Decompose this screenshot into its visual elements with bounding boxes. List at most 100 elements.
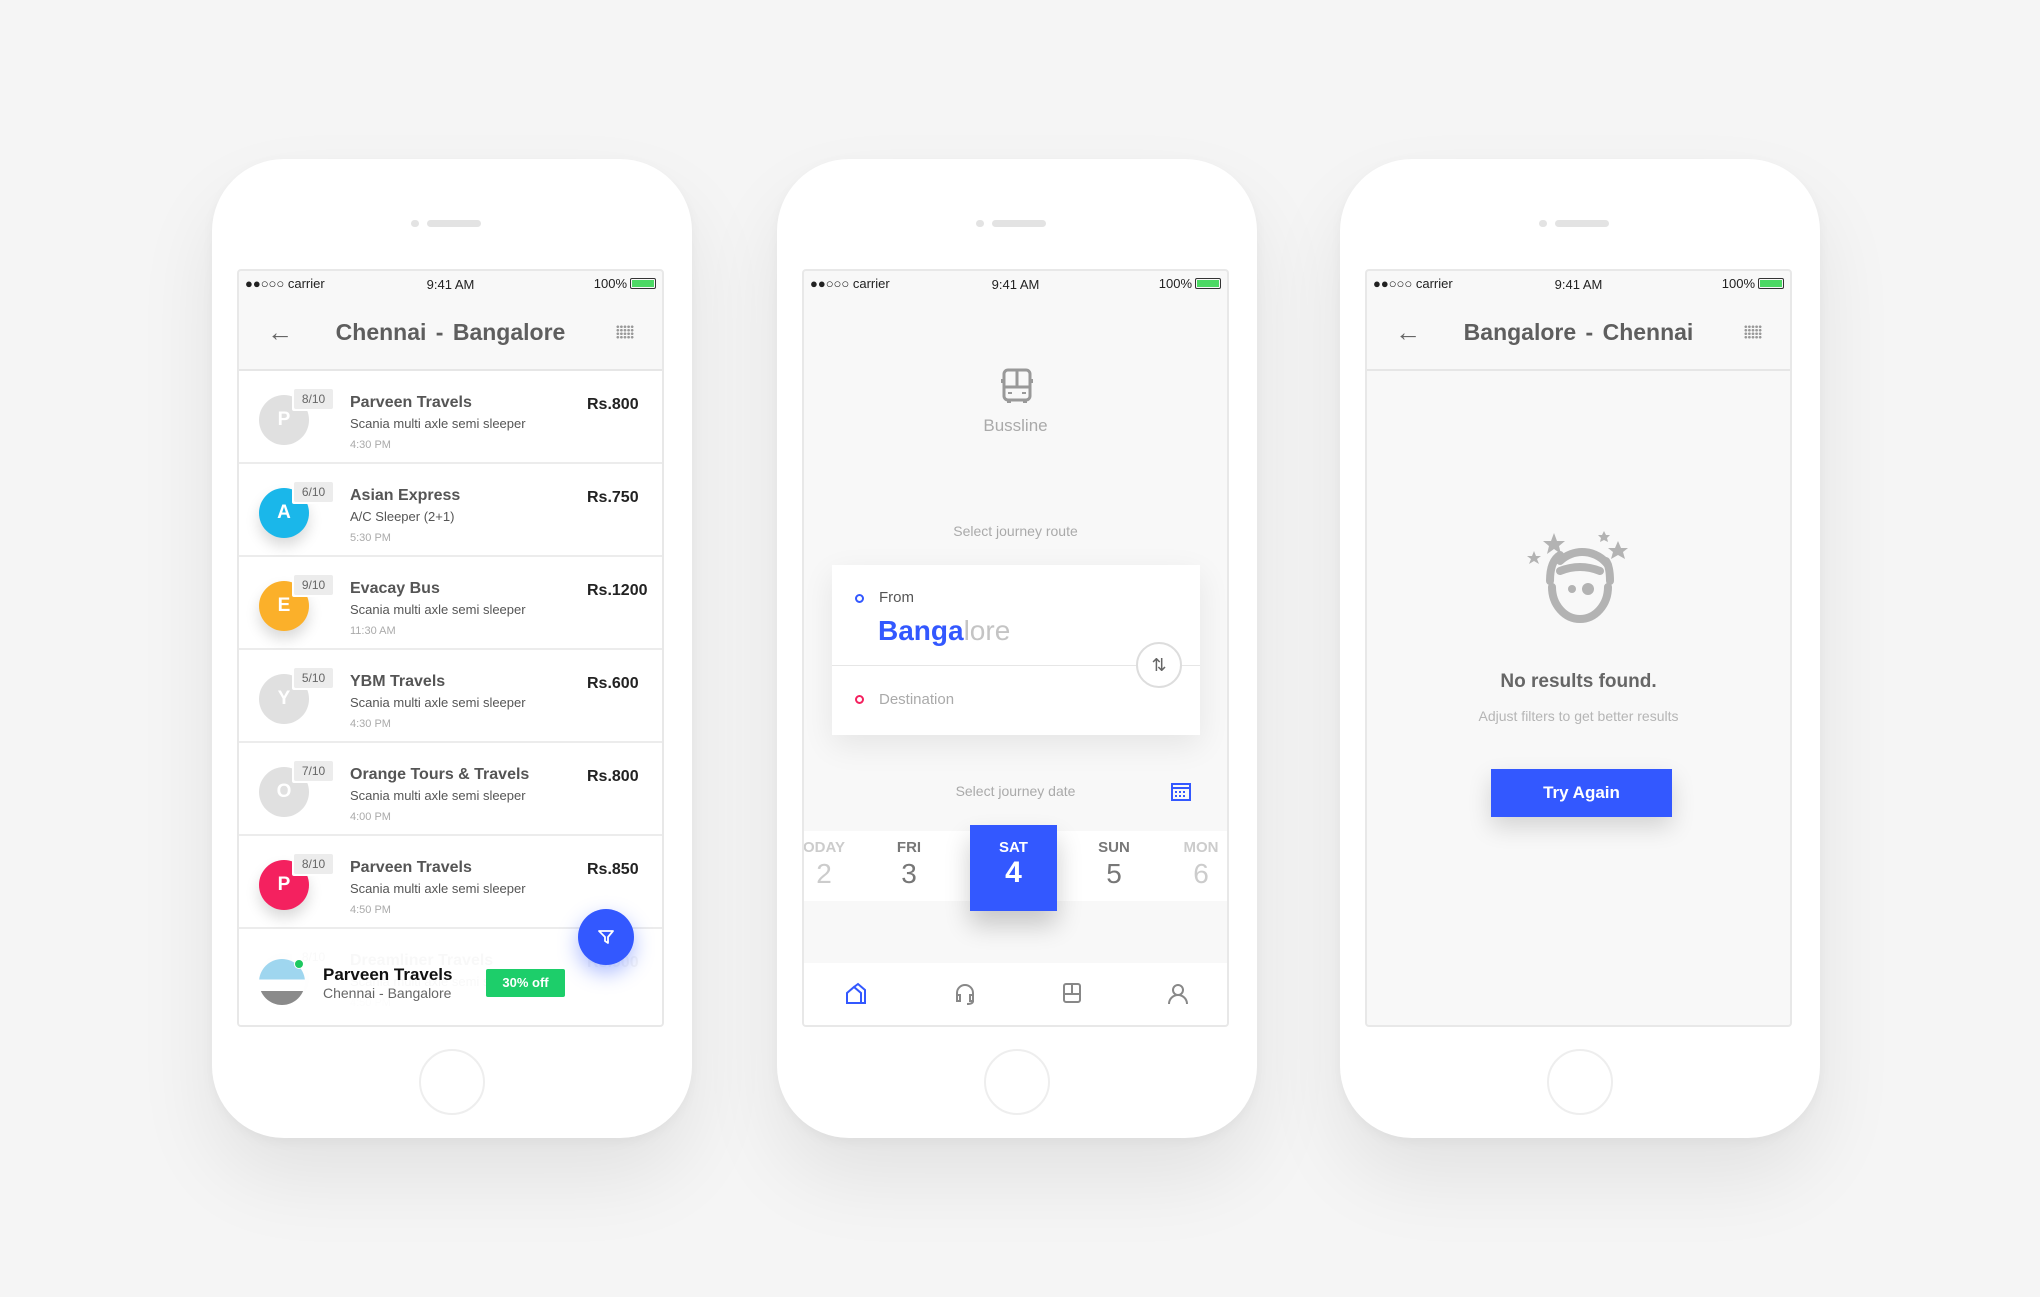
status-bar: ●●○○○ carrier 9:41 AM 100% [239,271,662,297]
bus-type: A/C Sleeper (2+1) [350,509,455,524]
grid-menu-icon[interactable] [1744,325,1762,339]
app-name: Bussline [983,416,1048,435]
promo-name: Parveen Travels [323,965,453,984]
filter-button[interactable] [578,909,634,965]
header: ← Bangalore - Chennai [1367,297,1790,371]
destination-dot-icon [855,695,864,704]
fare: Rs.800 [587,768,639,785]
rating-badge: 6/10 [294,482,333,502]
swap-arrows-icon: ⇅ [1151,655,1167,675]
day-name: SUN [1098,839,1130,856]
day-item[interactable]: FRI 3 [869,839,949,890]
online-dot [294,959,304,969]
battery-icon [630,278,656,289]
operator-name: Parveen Travels [350,859,472,876]
status-bar: ●●○○○ carrier 9:41 AM 100% [1367,271,1790,297]
departure-time: 4:00 PM [350,811,391,823]
rating-badge: 8/10 [294,854,333,874]
fare: Rs.750 [587,489,639,506]
battery-percent: 100% [593,276,627,291]
grid-menu-icon[interactable] [616,325,634,339]
from-typed: Banga [878,615,964,646]
from-input[interactable]: Bangalore [878,615,1010,647]
route-label: Select journey route [953,523,1078,539]
headset-icon[interactable] [952,981,978,1007]
search-screen: ●●○○○ carrier 9:41 AM 100% Bussline Sele… [802,269,1229,1027]
day-date: 5 [1106,858,1122,889]
tab-bar [804,963,1227,1025]
operator-name: Parveen Travels [350,394,472,411]
dizzy-face-icon [1527,531,1628,623]
date-label: Select journey date [955,783,1076,799]
bus-type: Scania multi axle semi sleeper [350,695,526,710]
swap-button[interactable]: ⇅ [1136,642,1182,688]
empty-heading: No results found. [1500,671,1657,692]
bus-type: Scania multi axle semi sleeper [350,416,526,431]
battery-icon [1195,278,1221,289]
rating-badge: 8/10 [294,389,333,409]
calendar-icon[interactable] [1170,780,1192,802]
day-item[interactable]: SUN 5 [1074,839,1154,890]
battery-icon [1758,278,1784,289]
operator-name: Orange Tours & Travels [350,766,530,783]
day-item[interactable]: ODAY 2 [803,839,864,890]
home-button [419,1049,485,1115]
from-suggestion: lore [963,615,1011,646]
day-date: 4 [1005,856,1022,889]
operator-name: YBM Travels [350,673,446,690]
fare: Rs.850 [587,861,639,878]
phone-list: ●●○○○ carrier 9:41 AM 100% ← Chennai - B… [212,159,692,1138]
home-button [984,1049,1050,1115]
user-icon[interactable] [1165,981,1191,1007]
bus-icon[interactable] [1059,981,1085,1007]
day-name: ODAY [803,839,845,856]
home-button [1547,1049,1613,1115]
phone-search: ●●○○○ carrier 9:41 AM 100% Bussline Sele… [777,159,1257,1138]
fare: Rs.1200 [587,582,648,599]
battery-percent: 100% [1721,276,1755,291]
day-name: MON [1183,839,1219,856]
departure-time: 11:30 AM [350,625,396,637]
speaker [427,220,481,227]
fare: Rs.800 [587,396,639,413]
try-again-button[interactable]: Try Again [1491,769,1672,817]
bus-list-item[interactable]: Y 5/10 YBM Travels Scania multi axle sem… [239,650,662,743]
day-date: 2 [816,858,832,889]
filter-icon [598,930,614,944]
phone-empty: ●●○○○ carrier 9:41 AM 100% ← Bangalore -… [1340,159,1820,1138]
route-card: From Bangalore Destination ⇅ [832,565,1200,735]
camera [411,220,419,227]
bus-logo-icon [1001,368,1033,403]
day-name: SAT [999,839,1028,856]
operator-name: Evacay Bus [350,580,440,597]
bus-list-item[interactable]: O 7/10 Orange Tours & Travels Scania mul… [239,743,662,836]
day-date: 6 [1193,858,1209,889]
departure-time: 5:30 PM [350,532,391,544]
home-icon[interactable] [843,981,869,1007]
departure-time: 4:30 PM [350,718,391,730]
day-item[interactable]: MON 6 [1161,839,1227,890]
promo-route: Chennai - Bangalore [323,985,452,1001]
empty-screen: ●●○○○ carrier 9:41 AM 100% ← Bangalore -… [1365,269,1792,1027]
bus-type: Scania multi axle semi sleeper [350,881,526,896]
empty-subtitle: Adjust filters to get better results [1478,708,1679,724]
rating-badge: 9/10 [294,575,333,595]
header: ← Chennai - Bangalore [239,297,662,371]
offer-badge: 30% off [486,969,565,997]
page-title: Bangalore - Chennai [1463,319,1694,345]
destination-input[interactable]: Destination [879,691,954,708]
battery-percent: 100% [1158,276,1192,291]
page-title: Chennai - Bangalore [335,319,566,345]
status-bar: ●●○○○ carrier 9:41 AM 100% [804,271,1227,297]
selected-day[interactable]: SAT 4 [970,825,1057,911]
bus-list-item[interactable]: A 6/10 Asian Express A/C Sleeper (2+1) 5… [239,464,662,557]
day-name: FRI [896,839,922,856]
departure-time: 4:50 PM [350,904,391,916]
rating-badge: 5/10 [294,668,333,688]
bus-list-item[interactable]: E 9/10 Evacay Bus Scania multi axle semi… [239,557,662,650]
bus-list-item[interactable]: P 8/10 Parveen Travels Scania multi axle… [239,371,662,464]
fare: Rs.600 [587,675,639,692]
results-screen: ●●○○○ carrier 9:41 AM 100% ← Chennai - B… [237,269,664,1027]
bus-type: Scania multi axle semi sleeper [350,788,526,803]
day-date: 3 [901,858,917,889]
